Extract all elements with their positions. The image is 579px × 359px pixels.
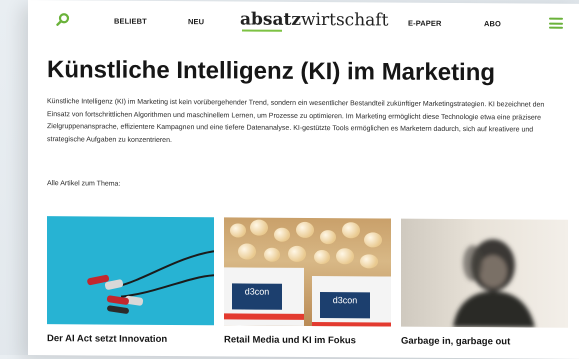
nav-epaper[interactable]: E-PAPER [408,19,441,28]
popcorn-kernel [342,222,360,239]
blurred-person-image [453,239,535,328]
article-title[interactable]: Retail Media und KI im Fokus [224,333,391,347]
nav-beliebt[interactable]: BELIEBT [114,17,147,26]
cup-stripe [224,313,304,320]
popcorn-kernel [250,219,268,236]
popcorn-kernel [360,254,378,269]
popcorn-kernel [238,243,256,260]
popcorn-kernel [230,223,246,238]
popcorn-cup: d3con [224,267,304,327]
popcorn-kernel [336,248,354,265]
article-card[interactable]: Garbage in, garbage out [401,218,568,349]
nav-abo[interactable]: ABO [484,19,501,28]
article-image[interactable]: d3con d3con [224,217,391,327]
popcorn-kernel [288,245,306,262]
page-title: Künstliche Intelligenz (KI) im Marketing [47,56,496,87]
article-title[interactable]: Garbage in, garbage out [401,335,568,349]
cup-label: d3con [320,292,370,319]
popcorn-kernel [296,221,314,238]
popcorn-kernel [320,230,336,245]
article-card[interactable]: Der AI Act setzt Innovation [47,216,214,346]
nav-neu[interactable]: NEU [188,17,204,26]
page: BELIEBT NEU absatzwirtschaft E-PAPER ABO… [28,0,579,359]
search-icon[interactable] [56,12,70,26]
popcorn-kernel [274,227,290,242]
alligator-clips-image [87,250,214,314]
popcorn-kernel [314,249,330,265]
all-articles-label: Alle Artikel zum Thema: [47,180,121,188]
top-navigation: BELIEBT NEU absatzwirtschaft E-PAPER ABO [28,6,579,40]
cup-stripe [312,321,391,327]
hamburger-menu-icon[interactable] [549,17,563,29]
article-card[interactable]: d3con d3con Retail Media und KI im Fokus [224,217,391,347]
article-title[interactable]: Der AI Act setzt Innovation [47,332,214,346]
article-image[interactable] [401,218,568,328]
cup-label: d3con [232,283,282,310]
popcorn-kernel [264,247,280,262]
popcorn-cup: d3con [312,275,391,327]
popcorn-kernel [364,232,382,248]
intro-text: Künstliche Intelligenz (KI) im Marketing… [47,98,545,144]
article-image[interactable] [47,216,214,326]
brand-logo[interactable]: absatzwirtschaft [240,9,388,32]
logo-underline [242,29,282,32]
